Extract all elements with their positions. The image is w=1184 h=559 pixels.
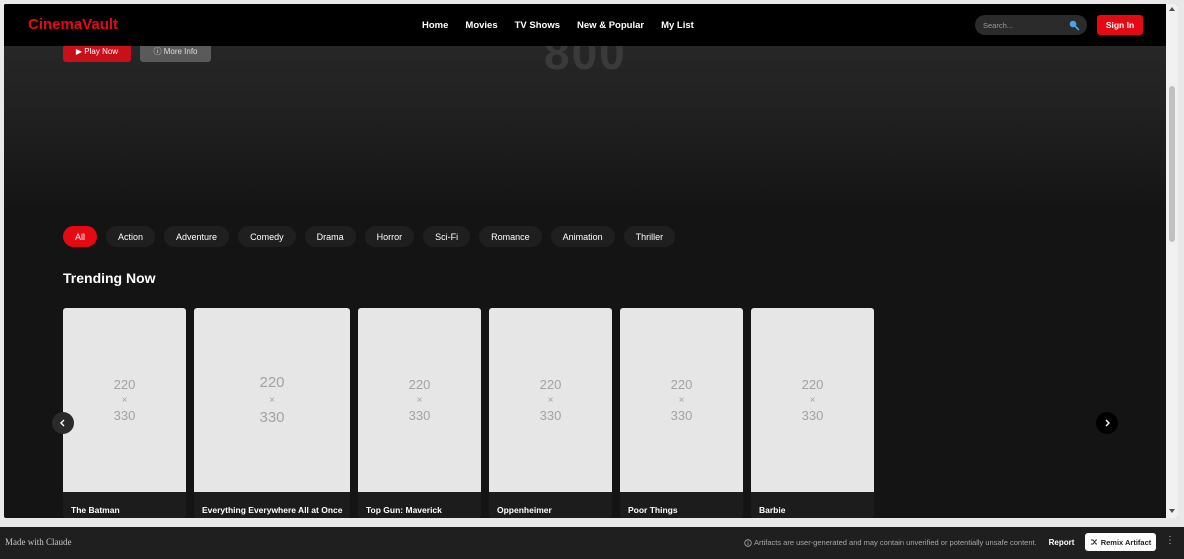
movie-card[interactable]: 220 × 330 Barbie: [751, 308, 874, 518]
movie-card[interactable]: 220 × 330 Top Gun: Maverick: [358, 308, 481, 518]
nav-item-new-popular[interactable]: New & Popular: [577, 20, 644, 31]
movie-poster: 220 × 330: [194, 308, 350, 492]
poster-width: 220: [670, 376, 693, 392]
main-nav: Home Movies TV Shows New & Popular My Li…: [422, 20, 711, 31]
remix-label: Remix Artifact: [1100, 537, 1152, 547]
poster-times: ×: [121, 394, 128, 406]
movie-poster: 220 × 330: [751, 308, 874, 492]
nav-item-my-list[interactable]: My List: [661, 20, 694, 31]
vertical-scrollbar[interactable]: [1166, 4, 1178, 518]
info-icon: [744, 538, 752, 547]
poster-times: ×: [269, 394, 275, 406]
made-with-claude[interactable]: Made with Claude: [5, 537, 72, 547]
genre-chip-romance[interactable]: Romance: [479, 226, 542, 247]
poster-height: 330: [408, 407, 431, 423]
search-input[interactable]: [983, 20, 1063, 30]
section-title: Trending Now: [63, 270, 156, 286]
movie-title: The Batman: [71, 505, 120, 515]
chevron-right-icon: [1105, 419, 1110, 427]
poster-times: ×: [809, 394, 816, 406]
logo[interactable]: CinemaVault: [28, 16, 118, 33]
movie-poster: 220 × 330: [63, 308, 186, 492]
scroll-down-arrow-icon[interactable]: [1169, 509, 1175, 513]
poster-height: 330: [801, 407, 824, 423]
movie-poster: 220 × 330: [620, 308, 743, 492]
poster-width: 220: [259, 373, 285, 391]
poster-width: 220: [539, 376, 562, 392]
poster-height: 330: [670, 407, 693, 423]
movie-card[interactable]: 220 × 330 Everything Everywhere All at O…: [194, 308, 350, 518]
scroll-up-arrow-icon[interactable]: [1169, 7, 1175, 11]
poster-times: ×: [416, 394, 423, 406]
more-options-icon[interactable]: ⋮: [1165, 535, 1175, 546]
search-box: [975, 15, 1087, 35]
poster-height: 330: [539, 407, 562, 423]
chevron-left-icon: [60, 419, 65, 427]
genre-chip-horror[interactable]: Horror: [364, 226, 415, 247]
movie-poster: 220 × 330: [489, 308, 612, 492]
top-nav-bar: CinemaVault Home Movies TV Shows New & P…: [4, 4, 1166, 46]
genre-chip-thriller[interactable]: Thriller: [623, 226, 676, 247]
genre-chip-animation[interactable]: Animation: [550, 226, 615, 247]
poster-width: 220: [801, 376, 824, 392]
search-icon[interactable]: [1068, 19, 1080, 31]
poster-width: 220: [113, 376, 136, 392]
movie-title: Everything Everywhere All at Once: [202, 505, 343, 515]
movie-poster: 220 × 330: [358, 308, 481, 492]
genre-filter-bar: All Action Adventure Comedy Drama Horror…: [63, 226, 684, 247]
genre-chip-action[interactable]: Action: [106, 226, 156, 247]
genre-chip-sci-fi[interactable]: Sci-Fi: [423, 226, 471, 247]
remix-artifact-button[interactable]: Remix Artifact: [1085, 533, 1156, 551]
genre-chip-all[interactable]: All: [63, 226, 98, 247]
movie-title: Oppenheimer: [497, 505, 552, 515]
poster-width: 220: [408, 376, 431, 392]
artifact-footer: Made with Claude Artifacts are user-gene…: [0, 527, 1184, 559]
report-button[interactable]: Report: [1043, 533, 1080, 551]
poster-times: ×: [678, 394, 685, 406]
movie-title: Top Gun: Maverick: [366, 505, 442, 515]
movie-card[interactable]: 220 × 330 The Batman: [63, 308, 186, 518]
sign-in-button[interactable]: Sign In: [1097, 15, 1143, 35]
movie-title: Poor Things: [628, 505, 678, 515]
nav-item-home[interactable]: Home: [422, 20, 448, 31]
disclaimer: Artifacts are user-generated and may con…: [744, 538, 1037, 547]
carousel-next-button[interactable]: [1096, 412, 1118, 434]
nav-item-movies[interactable]: Movies: [465, 20, 497, 31]
poster-height: 330: [259, 408, 285, 426]
genre-chip-drama[interactable]: Drama: [304, 226, 356, 247]
poster-height: 330: [113, 407, 136, 423]
disclaimer-text: Artifacts are user-generated and may con…: [754, 538, 1037, 547]
nav-item-tv-shows[interactable]: TV Shows: [515, 20, 560, 31]
carousel-prev-button[interactable]: [52, 412, 74, 434]
movie-card[interactable]: 220 × 330 Oppenheimer: [489, 308, 612, 518]
movie-title: Barbie: [759, 505, 786, 515]
scrollbar-thumb[interactable]: [1169, 86, 1175, 242]
genre-chip-comedy[interactable]: Comedy: [238, 226, 296, 247]
movie-card[interactable]: 220 × 330 Poor Things: [620, 308, 743, 518]
app-frame: 800 ▶ Play Now ⓘ More Info CinemaVault H…: [4, 4, 1178, 518]
poster-times: ×: [547, 394, 554, 406]
remix-icon: [1090, 539, 1097, 545]
genre-chip-adventure[interactable]: Adventure: [164, 226, 230, 247]
